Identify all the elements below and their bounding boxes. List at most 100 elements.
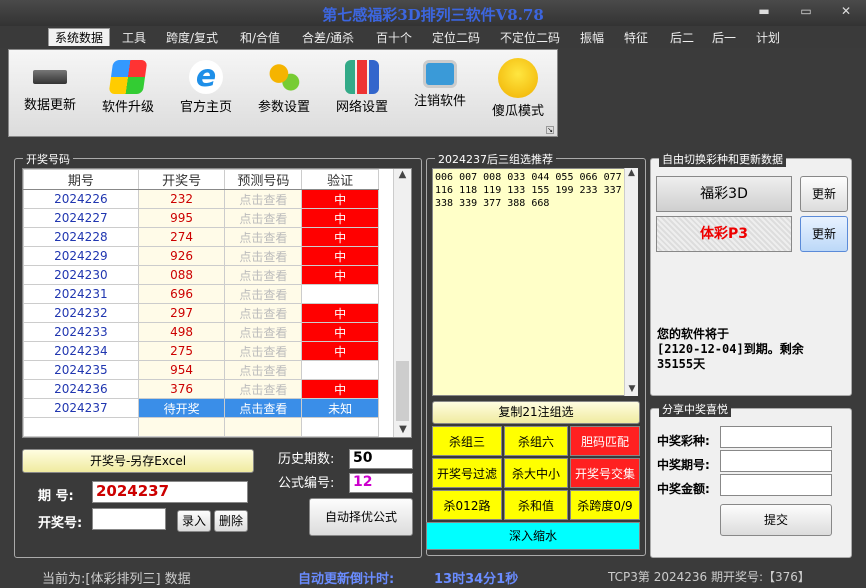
menu-diff[interactable]: 合差/通杀: [296, 29, 360, 47]
window-title: 第七感福彩3D排列三软件V8.78: [322, 6, 544, 24]
network-button[interactable]: 网络设置: [325, 56, 399, 126]
close-button[interactable]: ✕: [834, 4, 858, 18]
predict-cell[interactable]: 点击查看: [224, 284, 303, 304]
delete-button[interactable]: 删除: [214, 510, 248, 532]
table-row[interactable]: 2024233 498 点击查看中: [23, 322, 379, 342]
expire-line3: 35155天: [657, 357, 706, 371]
scroll-thumb[interactable]: [396, 361, 409, 421]
rec-textbox[interactable]: 006 007 008 033 044 055 066 077 116 118 …: [432, 168, 638, 396]
amount-input[interactable]: [720, 474, 832, 496]
table-row[interactable]: 2024234 275 点击查看中: [23, 341, 379, 361]
menu-tools[interactable]: 工具: [116, 29, 152, 47]
gears-icon: [267, 60, 301, 94]
minimize-button[interactable]: ▬: [752, 4, 776, 18]
menu-span[interactable]: 跨度/复式: [160, 29, 224, 47]
rec-scrollbar[interactable]: ▲ ▼: [624, 168, 638, 396]
table-row[interactable]: 2024228 274 点击查看中: [23, 227, 379, 247]
draw-intersect-button[interactable]: 开奖号交集: [570, 458, 640, 488]
predict-cell[interactable]: 点击查看: [224, 208, 303, 228]
verify-cell: 中: [301, 246, 379, 266]
predict-cell[interactable]: 点击查看: [224, 246, 303, 266]
table-row[interactable]: 2024226 232 点击查看中: [23, 189, 379, 209]
menu-pos-two[interactable]: 定位二码: [426, 29, 486, 47]
menu-plan[interactable]: 计划: [750, 29, 786, 47]
bold-match-button[interactable]: 胆码匹配: [570, 426, 640, 456]
scroll-down-icon[interactable]: ▼: [394, 424, 412, 435]
col-verify[interactable]: 验证: [301, 169, 379, 190]
scroll-up-icon[interactable]: ▲: [394, 169, 411, 180]
toolbar: 数据更新 软件升级 e 官方主页 参数设置 网络设置 注销软件 傻瓜模式 ↘: [8, 49, 558, 137]
kill-sum-button[interactable]: 杀和值: [504, 490, 568, 520]
kill-group6-button[interactable]: 杀组六: [504, 426, 568, 456]
current-row[interactable]: 2024237 待开奖 点击查看 未知: [23, 398, 379, 418]
formula-input[interactable]: 12: [349, 473, 413, 493]
col-issue[interactable]: 期号: [23, 169, 139, 190]
table-row[interactable]: 2024231 696 点击查看: [23, 284, 379, 304]
table-row[interactable]: 2024230 088 点击查看中: [23, 265, 379, 285]
table-row[interactable]: 2024232 297 点击查看中: [23, 303, 379, 323]
homepage-button[interactable]: e 官方主页: [169, 56, 243, 126]
history-label: 历史期数:: [278, 452, 335, 467]
draw-filter-button[interactable]: 开奖号过滤: [432, 458, 502, 488]
issue-cell: 2024237: [23, 398, 139, 418]
predict-cell[interactable]: 点击查看: [224, 379, 303, 399]
menu-last-two[interactable]: 后二: [664, 29, 700, 47]
menu-amplitude[interactable]: 振幅: [574, 29, 610, 47]
history-input[interactable]: 50: [349, 449, 413, 469]
update-tcp3-button[interactable]: 更新: [800, 216, 848, 252]
number-cell: 696: [137, 284, 226, 304]
predict-cell[interactable]: 点击查看: [224, 227, 303, 247]
number-cell: 498: [137, 322, 226, 342]
drawnum-input[interactable]: [92, 508, 166, 530]
lottery-input[interactable]: [720, 426, 832, 448]
table-row[interactable]: 2024229 926 点击查看中: [23, 246, 379, 266]
update-fc3d-button[interactable]: 更新: [800, 176, 848, 212]
expand-icon[interactable]: ↘: [546, 126, 554, 134]
menu-system-data[interactable]: 系统数据: [48, 28, 111, 46]
issue-cell: 2024229: [23, 246, 139, 266]
predict-cell[interactable]: 点击查看: [224, 265, 303, 285]
menu-sum[interactable]: 和/合值: [234, 29, 286, 47]
kill-012-button[interactable]: 杀012路: [432, 490, 502, 520]
menu-digits[interactable]: 百十个: [370, 29, 418, 47]
kill-group3-button[interactable]: 杀组三: [432, 426, 502, 456]
upgrade-button[interactable]: 软件升级: [91, 56, 165, 126]
enter-button[interactable]: 录入: [177, 510, 211, 532]
predict-cell[interactable]: 点击查看: [224, 341, 303, 361]
tcp3-button[interactable]: 体彩P3: [656, 216, 792, 252]
draw-table-panel: 期号 开奖号 预测号码 验证 2024226 232 点击查看中 2024227 995…: [22, 168, 412, 438]
fc3d-button[interactable]: 福彩3D: [656, 176, 792, 212]
copy-groups-button[interactable]: 复制21注组选: [432, 401, 640, 424]
logout-button[interactable]: 注销软件: [403, 56, 477, 126]
settings-button[interactable]: 参数设置: [247, 56, 321, 126]
menu-last-one[interactable]: 后一: [706, 29, 742, 47]
kill-span-button[interactable]: 杀跨度0/9: [570, 490, 640, 520]
issue-cell: 2024235: [23, 360, 139, 380]
col-predict[interactable]: 预测号码: [224, 169, 303, 190]
verify-cell: [301, 284, 379, 304]
issue-cell: 2024227: [23, 208, 139, 228]
table-row[interactable]: 2024227 995 点击查看中: [23, 208, 379, 228]
data-update-button[interactable]: 数据更新: [13, 56, 87, 126]
table-row[interactable]: 2024236 376 点击查看中: [23, 379, 379, 399]
predict-cell[interactable]: 点击查看: [224, 398, 303, 418]
predict-cell[interactable]: 点击查看: [224, 322, 303, 342]
predict-cell[interactable]: 点击查看: [224, 360, 303, 380]
kill-size-button[interactable]: 杀大中小: [504, 458, 568, 488]
issue-input[interactable]: 2024237: [92, 481, 248, 503]
deep-shrink-button[interactable]: 深入缩水: [426, 522, 640, 550]
table-scrollbar[interactable]: ▲ ▼: [393, 169, 411, 437]
predict-cell[interactable]: 点击查看: [224, 189, 303, 209]
menu-feature[interactable]: 特征: [618, 29, 654, 47]
col-number[interactable]: 开奖号: [137, 169, 226, 190]
predict-cell[interactable]: 点击查看: [224, 303, 303, 323]
issue-cell: 2024226: [23, 189, 139, 209]
menu-nonpos-two[interactable]: 不定位二码: [494, 29, 566, 47]
table-row[interactable]: 2024235 954 点击查看: [23, 360, 379, 380]
win-issue-input[interactable]: [720, 450, 832, 472]
auto-formula-button[interactable]: 自动择优公式: [309, 498, 413, 536]
maximize-button[interactable]: ▭: [794, 4, 818, 18]
export-excel-button[interactable]: 开奖号-另存Excel: [22, 449, 254, 473]
simple-mode-button[interactable]: 傻瓜模式: [481, 56, 555, 126]
submit-button[interactable]: 提交: [720, 504, 832, 536]
